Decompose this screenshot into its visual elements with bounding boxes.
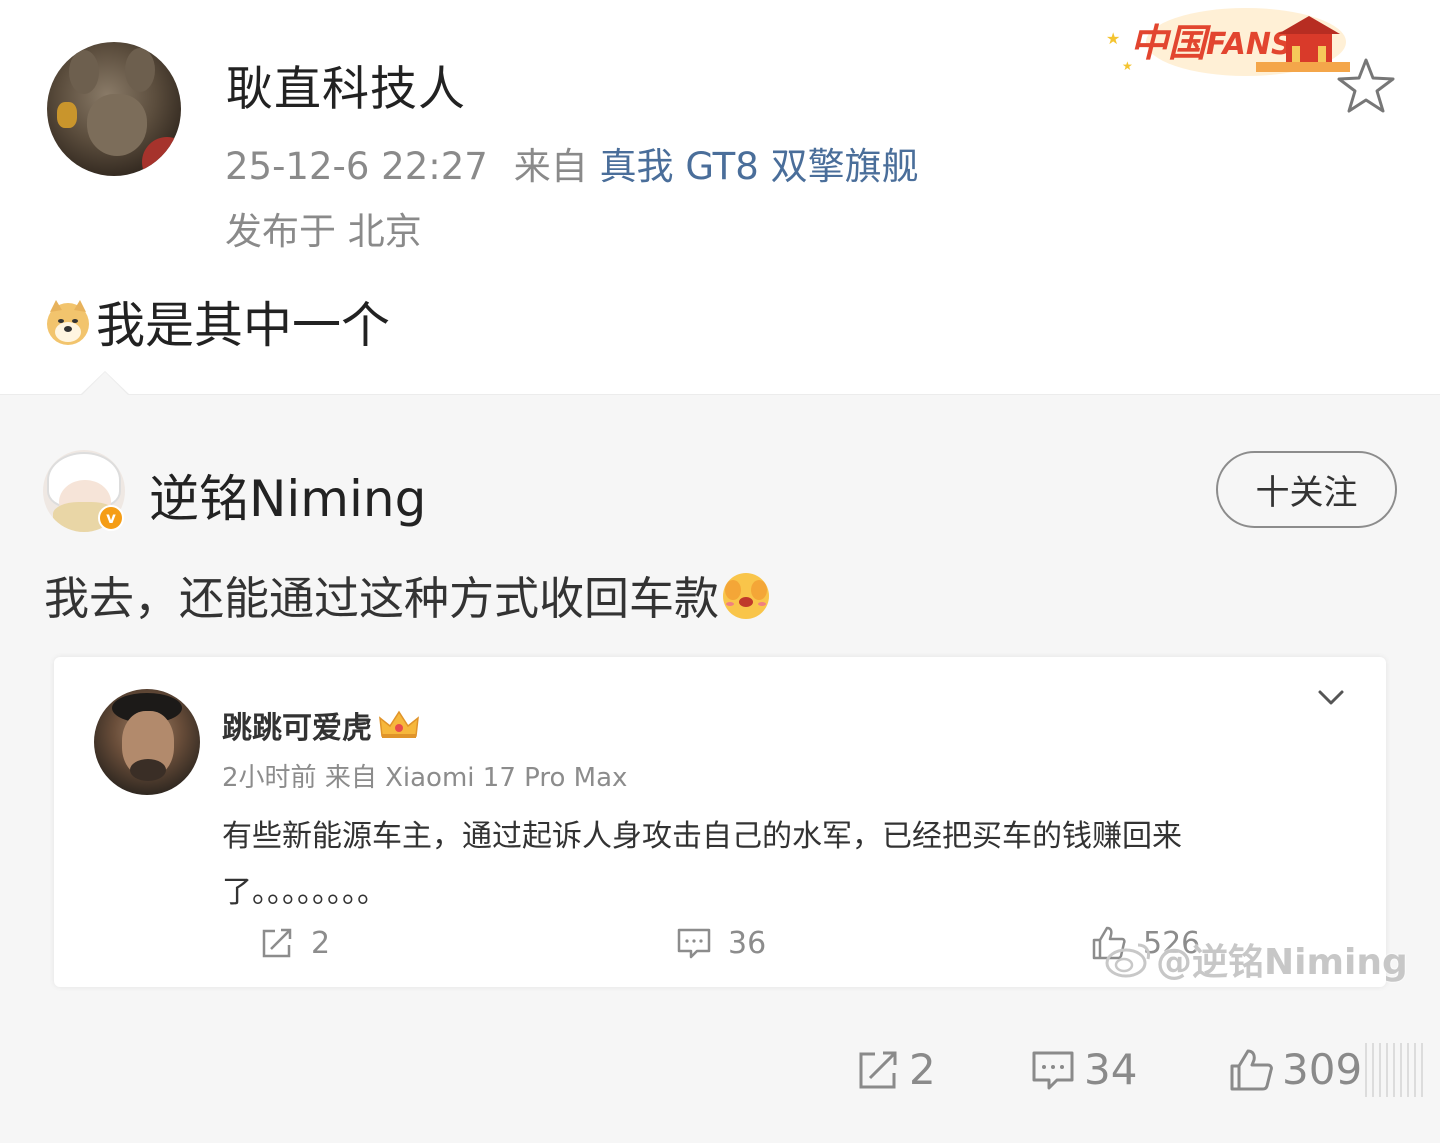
author-avatar[interactable] xyxy=(47,42,181,176)
post-time: 25-12-6 22:27 xyxy=(225,145,488,188)
watermark: @逆铭Niming xyxy=(1104,933,1408,985)
original-text: 有些新能源车主，通过起诉人身攻击自己的水军，已经把买车的钱赚回来了。。。。。。。… xyxy=(222,819,1182,910)
repost-icon xyxy=(262,928,292,958)
original-post-card[interactable]: 跳跳可爱虎 2小时前 来自 Xiaomi 17 Pro Max 有些新能源车主，… xyxy=(54,657,1408,987)
like-button[interactable]: 309 xyxy=(1228,1045,1362,1094)
original-meta: 2小时前 来自 Xiaomi 17 Pro Max xyxy=(222,757,627,794)
watermark-text: @逆铭Niming xyxy=(1156,942,1408,983)
original-author: 跳跳可爱虎 xyxy=(222,703,420,747)
repost-text-content: 我去，还能通过这种方式收回车款 xyxy=(44,572,720,625)
fade-bars xyxy=(1365,1043,1425,1097)
repost-author-name[interactable]: 逆铭Niming xyxy=(149,459,426,531)
badge-text: 中国 xyxy=(1130,21,1212,65)
original-from-label: 来自 xyxy=(324,763,377,793)
card-comment-count: 36 xyxy=(728,925,767,961)
like-icon xyxy=(1230,1049,1273,1090)
shy-icon xyxy=(723,572,770,619)
weibo-logo-icon xyxy=(1105,943,1150,978)
post-text: 我是其中一个 xyxy=(44,286,390,357)
repost-icon xyxy=(859,1051,897,1088)
svg-text:FANS: FANS xyxy=(1206,27,1293,62)
original-author-name[interactable]: 跳跳可爱虎 xyxy=(222,703,372,747)
main-post: 耿直科技人 25-12-6 22:27 来自 真我 GT8 双擎旗舰 发布于 北京… xyxy=(0,0,1440,394)
card-repost-count: 2 xyxy=(311,925,331,961)
follow-button[interactable]: 十关注 xyxy=(1216,451,1397,528)
post-text-content: 我是其中一个 xyxy=(96,297,391,354)
post-device-link[interactable]: 真我 GT8 双擎旗舰 xyxy=(600,145,919,188)
notch xyxy=(82,372,128,395)
comment-button[interactable]: 34 xyxy=(1030,1045,1137,1094)
comment-icon xyxy=(677,928,711,959)
doge-icon xyxy=(47,299,89,345)
repost-text: 我去，还能通过这种方式收回车款 xyxy=(44,562,773,627)
card-comment-button[interactable]: 36 xyxy=(676,925,766,961)
repost-section: v 逆铭Niming 十关注 我去，还能通过这种方式收回车款 跳跳可爱虎 2小时… xyxy=(0,371,1440,1143)
repost-count: 2 xyxy=(909,1045,936,1094)
china-fans-badge-icon: ★ ★ 中国 FANS xyxy=(1106,8,1350,76)
original-device: Xiaomi 17 Pro Max xyxy=(385,763,628,793)
comment-count: 34 xyxy=(1084,1045,1138,1094)
author-name[interactable]: 耿直科技人 xyxy=(226,50,466,119)
from-label: 来自 xyxy=(513,145,588,188)
crown-icon xyxy=(379,710,419,738)
post-location: 发布于 北京 xyxy=(225,210,422,253)
card-repost-button[interactable]: 2 xyxy=(259,925,330,961)
comment-icon xyxy=(1032,1051,1074,1089)
like-count: 309 xyxy=(1282,1045,1363,1094)
original-time: 2小时前 xyxy=(222,763,317,793)
verified-badge-icon: v xyxy=(98,505,124,531)
chevron-down-icon[interactable] xyxy=(1316,687,1346,709)
star-icon[interactable] xyxy=(1336,56,1396,116)
post-meta: 25-12-6 22:27 来自 真我 GT8 双擎旗舰 xyxy=(225,136,919,190)
repost-button[interactable]: 2 xyxy=(855,1045,936,1094)
svg-text:★: ★ xyxy=(1106,29,1120,48)
original-author-avatar[interactable] xyxy=(94,689,200,795)
